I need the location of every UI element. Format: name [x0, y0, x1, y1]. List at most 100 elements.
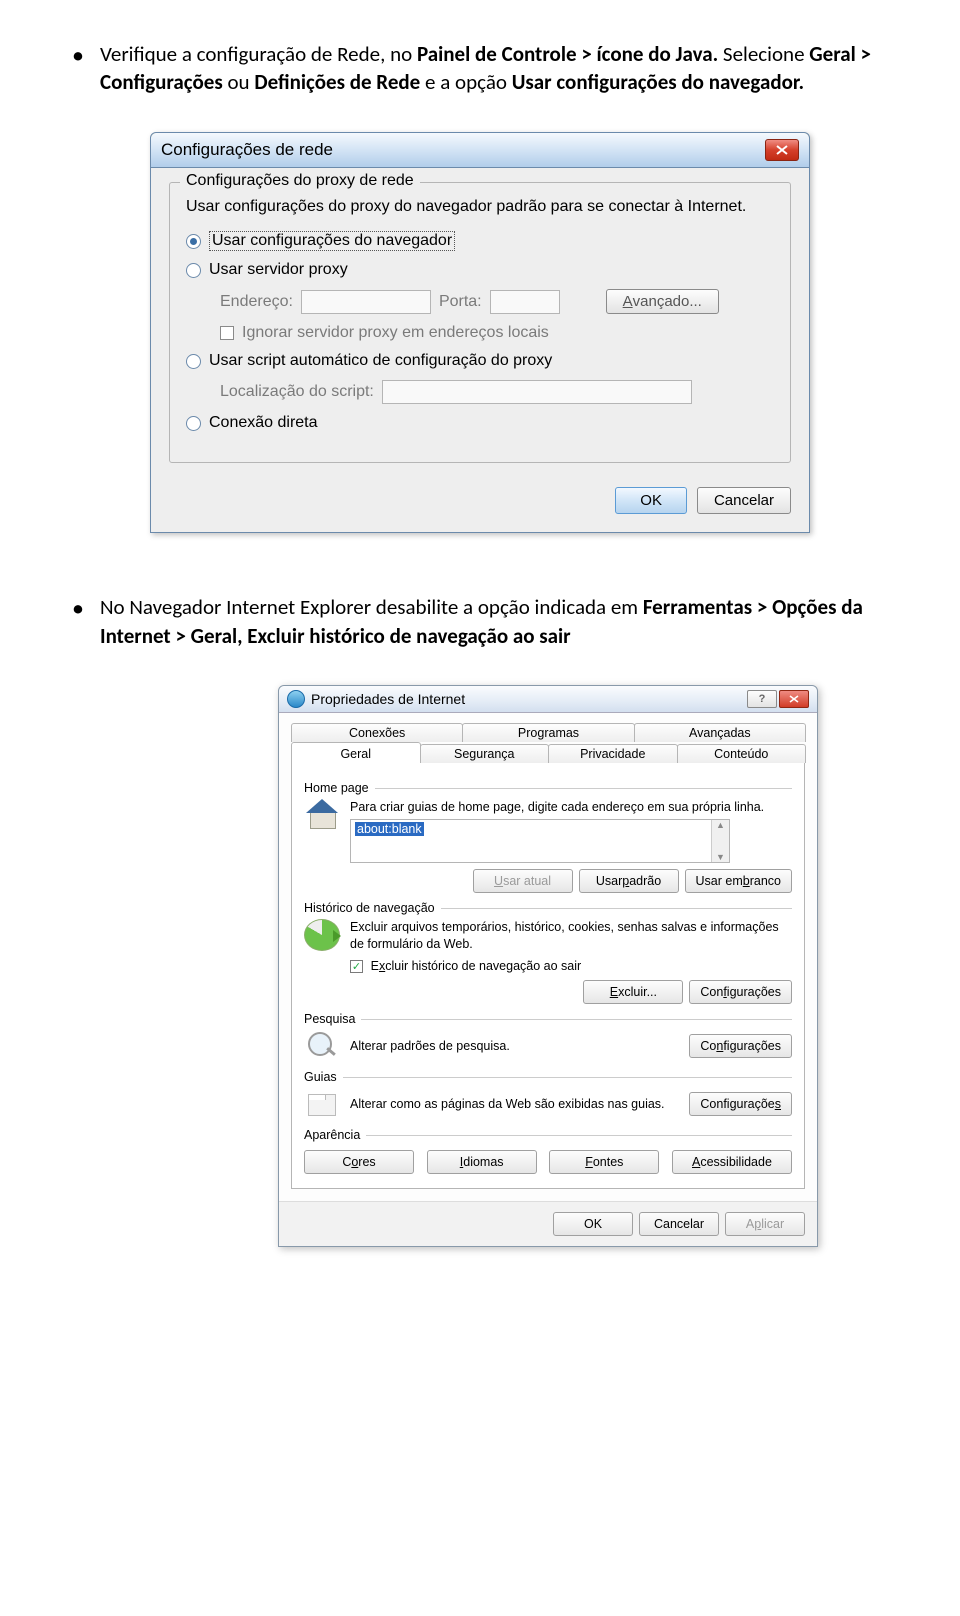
close-icon [789, 695, 799, 703]
tab-content-geral: Home page Para criar guias de home page,… [291, 762, 805, 1189]
radio-label: Usar servidor proxy [209, 261, 348, 279]
section-label: Aparência [304, 1128, 360, 1142]
tab-conexoes[interactable]: Conexões [291, 723, 463, 742]
help-button[interactable]: ? [747, 690, 777, 708]
group-description: Usar configurações do proxy do navegador… [186, 197, 774, 218]
use-blank-button[interactable]: Usar em branco [685, 869, 792, 893]
exit-delete-checkbox-row[interactable]: ✓ Excluir histórico de navegação ao sair [350, 958, 792, 974]
dialog-body: Conexões Programas Avançadas Geral Segur… [279, 713, 817, 1201]
search-row: Alterar padrões de pesquisa. Configuraçõ… [304, 1030, 792, 1062]
cancel-button[interactable]: Cancelar [639, 1212, 719, 1236]
tab-seguranca[interactable]: Segurança [420, 744, 550, 763]
tab-conteudo[interactable]: Conteúdo [677, 744, 807, 763]
radio-use-browser[interactable]: Usar configurações do navegador [186, 231, 774, 251]
dialog-title: Configurações de rede [161, 140, 333, 160]
port-input[interactable] [490, 290, 560, 314]
ok-button[interactable]: OK [553, 1212, 633, 1236]
section-label: Home page [304, 781, 369, 795]
network-settings-dialog: Configurações de rede Configurações do p… [150, 132, 810, 534]
search-settings-button[interactable]: Configurações [689, 1034, 792, 1058]
button-label: Cancelar [654, 1217, 704, 1231]
divider [366, 1135, 792, 1136]
address-label: Endereço: [220, 293, 293, 311]
section-appearance: Aparência [304, 1128, 792, 1142]
internet-icon [287, 690, 305, 708]
section-label: Guias [304, 1070, 337, 1084]
radio-use-proxy[interactable]: Usar servidor proxy [186, 261, 774, 279]
ok-button[interactable]: OK [615, 487, 687, 514]
button-label: Cancelar [714, 492, 774, 509]
delete-button[interactable]: Excluir... [583, 980, 683, 1004]
history-icon [304, 919, 340, 951]
divider [361, 1019, 792, 1020]
advanced-button[interactable]: Avançado... [606, 289, 719, 314]
bullet-bold: Painel de Controle > ícone do Java. [417, 41, 718, 67]
bullet-text: e a opção [420, 69, 511, 95]
button-label: A [623, 293, 633, 310]
tab-programas[interactable]: Programas [462, 723, 634, 742]
history-text: Excluir arquivos temporários, histórico,… [350, 919, 792, 952]
dialog-footer: OK Cancelar [169, 477, 791, 514]
tabs-row: Alterar como as páginas da Web são exibi… [304, 1088, 792, 1120]
tabs-container: Conexões Programas Avançadas Geral Segur… [291, 721, 805, 763]
script-location-input[interactable] [382, 380, 692, 404]
dialog-titlebar: Configurações de rede [151, 133, 809, 168]
checkbox-icon [220, 326, 234, 340]
ignore-local-checkbox-row[interactable]: Ignorar servidor proxy em endereços loca… [220, 324, 774, 342]
home-page-input[interactable]: about:blank ▲▼ [350, 819, 730, 863]
close-button[interactable] [779, 690, 809, 708]
script-location-label: Localização do script: [220, 383, 374, 401]
close-icon [776, 145, 788, 155]
script-location-row: Localização do script: [220, 380, 774, 404]
colors-button[interactable]: Cores [304, 1150, 414, 1174]
radio-icon [186, 354, 201, 369]
proxy-inputs-row: Endereço: Porta: Avançado... [220, 289, 774, 314]
tab-label: Segurança [454, 747, 514, 761]
accessibility-button[interactable]: Acessibilidade [672, 1150, 792, 1174]
dialog-footer: OK Cancelar Aplicar [279, 1201, 817, 1246]
use-current-button[interactable]: Usar atual [473, 869, 573, 893]
bullet-text: Verifique a configuração de Rede, no [100, 41, 417, 67]
port-label: Porta: [439, 293, 482, 311]
history-row: Excluir arquivos temporários, histórico,… [304, 919, 792, 974]
divider [441, 908, 792, 909]
languages-button[interactable]: Idiomas [427, 1150, 537, 1174]
section-label: Histórico de navegação [304, 901, 435, 915]
radio-auto-script[interactable]: Usar script automático de configuração d… [186, 352, 774, 370]
section-label: Pesquisa [304, 1012, 355, 1026]
home-page-row: Para criar guias de home page, digite ca… [304, 799, 792, 863]
titlebar-buttons: ? [747, 690, 809, 708]
bullet-2: No Navegador Internet Explorer desabilit… [100, 593, 900, 650]
tab-avancadas[interactable]: Avançadas [634, 723, 806, 742]
button-label-rest: vançado... [633, 293, 702, 310]
tab-label: Geral [340, 747, 371, 761]
checkbox-icon: ✓ [350, 960, 363, 973]
radio-direct-connection[interactable]: Conexão direta [186, 414, 774, 432]
settings-button[interactable]: Configurações [689, 980, 792, 1004]
instruction-list-2: No Navegador Internet Explorer desabilit… [60, 593, 900, 650]
cancel-button[interactable]: Cancelar [697, 487, 791, 514]
tabs-settings-button[interactable]: Configurações [689, 1092, 792, 1116]
close-button[interactable] [765, 139, 799, 161]
radio-label: Conexão direta [209, 414, 318, 432]
dialog-title: Propriedades de Internet [311, 691, 465, 707]
search-icon [304, 1030, 340, 1062]
home-page-value: about:blank [355, 822, 424, 836]
address-input[interactable] [301, 290, 431, 314]
divider [375, 788, 792, 789]
apply-button[interactable]: Aplicar [725, 1212, 805, 1236]
radio-icon [186, 263, 201, 278]
section-tabs: Guias [304, 1070, 792, 1084]
history-buttons: Excluir... Configurações [304, 980, 792, 1004]
bullet-bold: Definições de Rede [254, 69, 420, 95]
fonts-button[interactable]: Fontes [549, 1150, 659, 1174]
use-default-button[interactable]: Usar padrão [579, 869, 679, 893]
tab-privacidade[interactable]: Privacidade [548, 744, 678, 763]
section-search: Pesquisa [304, 1012, 792, 1026]
group-legend: Configurações do proxy de rede [180, 172, 420, 190]
bullet-bold: Usar configurações do navegador. [512, 69, 804, 95]
tab-label: Privacidade [580, 747, 645, 761]
scrollbar[interactable]: ▲▼ [711, 820, 729, 862]
tab-geral[interactable]: Geral [291, 742, 421, 763]
instruction-list: Verifique a configuração de Rede, no Pai… [60, 40, 900, 97]
